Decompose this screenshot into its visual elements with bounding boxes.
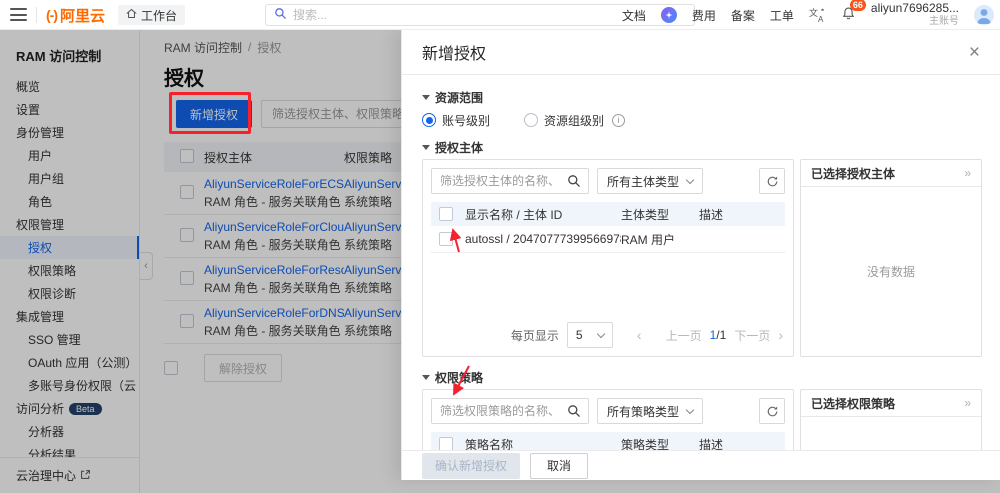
icp-link[interactable]: 备案: [731, 7, 755, 24]
search-icon: [274, 7, 287, 23]
account-menu[interactable]: aliyun7696285... 主账号: [871, 2, 959, 27]
chevron-down-icon: [422, 375, 430, 380]
policy-filter-input[interactable]: [432, 404, 560, 418]
page-size-select[interactable]: 5: [567, 322, 613, 348]
docs-link[interactable]: 文档: [622, 7, 646, 24]
expand-icon[interactable]: »: [964, 396, 971, 410]
pagination: 每页显示 5 ‹ 上一页 1/1 下一页 ›: [433, 322, 783, 348]
svg-text:文: 文: [809, 7, 818, 18]
principal-search-group: [431, 168, 589, 194]
svg-text:A: A: [818, 15, 824, 23]
search-icon[interactable]: [560, 169, 588, 193]
aliyun-logo-text: 阿里云: [60, 5, 105, 26]
row-checkbox[interactable]: [439, 232, 453, 246]
chevron-down-icon: [686, 175, 694, 183]
selected-principals-panel: 已选择授权主体 » 没有数据: [800, 159, 982, 357]
prev-page-button[interactable]: 上一页: [666, 327, 702, 344]
select-all-checkbox[interactable]: [439, 437, 453, 451]
workbench-button[interactable]: 工作台: [118, 5, 185, 25]
principal-picker-panel: 所有主体类型 显示名称 / 主体 ID 主体类型 描述 auto: [422, 159, 794, 357]
refresh-button[interactable]: [759, 168, 785, 194]
topbar-divider: [36, 7, 37, 23]
radio-resource-group-level[interactable]: [524, 113, 538, 127]
chevron-down-icon: [686, 405, 694, 413]
info-icon[interactable]: i: [612, 114, 625, 127]
refresh-button[interactable]: [759, 398, 785, 424]
chevron-down-icon: [422, 95, 430, 100]
drawer-footer: 确认新增授权 取消: [402, 450, 1000, 480]
expand-icon[interactable]: »: [964, 166, 971, 180]
section-principal[interactable]: 授权主体: [422, 137, 982, 157]
principal-table-header: 显示名称 / 主体 ID 主体类型 描述: [431, 202, 785, 226]
chevron-down-icon: [422, 145, 430, 150]
principal-type-select[interactable]: 所有主体类型: [597, 168, 703, 194]
principal-filter-input[interactable]: [432, 174, 560, 188]
ticket-link[interactable]: 工单: [770, 7, 794, 24]
next-page-button[interactable]: 下一页: [734, 327, 770, 344]
ai-assistant-icon[interactable]: [661, 7, 677, 23]
principal-row-autossl[interactable]: autossl / 204707773995669789 RAM 用户: [431, 226, 785, 253]
home-icon: [126, 8, 137, 22]
policy-search-group: [431, 398, 589, 424]
prev-page-arrow[interactable]: ‹: [637, 327, 642, 343]
close-icon[interactable]: ×: [969, 43, 980, 62]
hamburger-menu-icon[interactable]: [10, 8, 27, 21]
aliyun-logo[interactable]: (-) 阿里云: [46, 0, 105, 30]
select-all-checkbox[interactable]: [439, 207, 453, 221]
cancel-button[interactable]: 取消: [530, 453, 588, 479]
search-icon[interactable]: [560, 399, 588, 423]
confirm-grant-button[interactable]: 确认新增授权: [422, 453, 520, 479]
account-username: aliyun7696285...: [871, 2, 959, 16]
topbar: (-) 阿里云 工作台 文档 费用 备案 工单 文A 66 aliyun7696…: [0, 0, 1000, 30]
aliyun-logo-mark: (-): [46, 7, 57, 23]
empty-state-text: 没有数据: [801, 187, 981, 356]
language-switch-icon[interactable]: 文A: [809, 7, 826, 23]
section-resource-scope[interactable]: 资源范围: [422, 87, 982, 107]
policy-type-select[interactable]: 所有策略类型: [597, 398, 703, 424]
notification-count-badge: 66: [850, 0, 866, 11]
new-grant-drawer: 新增授权 × 资源范围 账号级别 资源组级别 i 授权主体: [401, 30, 1000, 480]
next-page-arrow[interactable]: ›: [778, 327, 783, 343]
section-policy[interactable]: 权限策略: [422, 367, 982, 387]
billing-link[interactable]: 费用: [692, 7, 716, 24]
avatar[interactable]: [974, 5, 994, 25]
account-type-label: 主账号: [929, 16, 959, 28]
workbench-label: 工作台: [141, 7, 177, 24]
chevron-down-icon: [597, 329, 605, 337]
notifications-bell[interactable]: 66: [841, 6, 856, 25]
drawer-title: 新增授权: [422, 40, 486, 64]
radio-account-level[interactable]: [422, 113, 436, 127]
